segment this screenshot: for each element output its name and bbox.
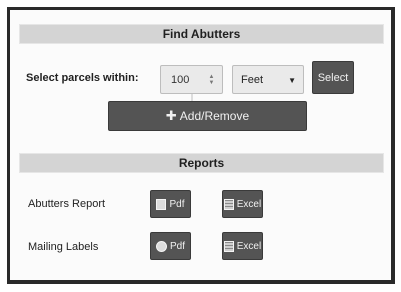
excel-label: Excel: [236, 198, 262, 210]
find-abutters-title: Find Abutters: [162, 27, 241, 41]
pdf-icon: [156, 198, 167, 210]
select-parcels-label: Select parcels within:: [26, 72, 139, 84]
unit-select[interactable]: Feet ▼: [232, 65, 304, 94]
unit-select-value: Feet: [241, 73, 264, 86]
pdf-label: Pdf: [169, 198, 185, 210]
abutters-report-pdf-button[interactable]: Pdf: [150, 190, 191, 218]
add-remove-button[interactable]: ✚ Add/Remove: [108, 101, 307, 131]
excel-icon: [223, 240, 234, 252]
add-remove-label: Add/Remove: [179, 109, 250, 123]
distance-input[interactable]: 100 ▲ ▼: [160, 65, 223, 94]
mailing-labels-label: Mailing Labels: [28, 241, 99, 253]
chevron-down-icon: ▼: [288, 76, 296, 85]
plus-icon: ✚: [165, 108, 177, 123]
find-abutters-header: Find Abutters: [19, 24, 384, 44]
abutters-report-excel-button[interactable]: Excel: [222, 190, 263, 218]
spinner-arrows-icon[interactable]: ▲ ▼: [207, 74, 216, 86]
mailing-labels-pdf-button[interactable]: Pdf: [150, 232, 191, 260]
pdf-label: Pdf: [169, 240, 185, 252]
reports-title: Reports: [178, 156, 225, 170]
excel-label: Excel: [236, 240, 262, 252]
abutters-panel: Find Abutters Select parcels within: 100…: [7, 7, 395, 284]
excel-icon: [223, 198, 234, 210]
abutters-report-label: Abutters Report: [28, 198, 106, 210]
mail-icon: [155, 240, 167, 252]
select-button[interactable]: Select: [312, 61, 354, 94]
mailing-labels-excel-button[interactable]: Excel: [222, 232, 263, 260]
reports-header: Reports: [19, 153, 384, 173]
distance-value: 100: [171, 73, 190, 86]
select-button-label: Select: [317, 71, 349, 84]
